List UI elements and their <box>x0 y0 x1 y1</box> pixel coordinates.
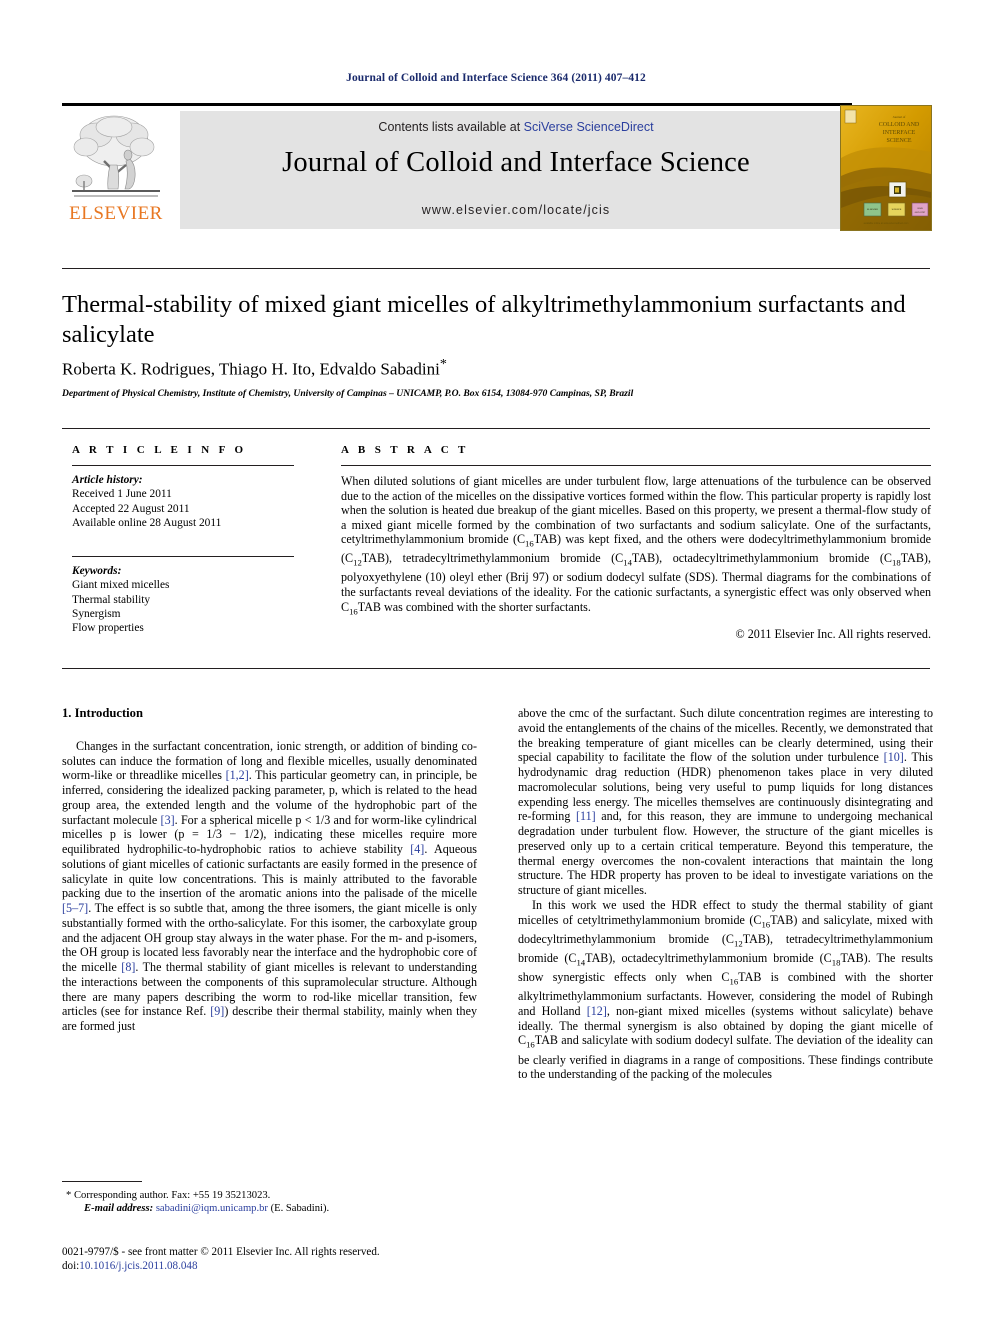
imprint-block: 0021-9797/$ - see front matter © 2011 El… <box>62 1246 492 1273</box>
article-history-block: Article history: Received 1 June 2011 Ac… <box>72 473 322 530</box>
abstract-frag-4: TAB), octadecyltrimethylammonium bromide… <box>631 551 893 566</box>
svg-text:SCIENCE: SCIENCE <box>886 138 911 144</box>
svg-text:available online at www.scienc: available online at www.sciencedirect.co… <box>864 222 909 225</box>
citation-4[interactable]: [4] <box>410 842 424 856</box>
citation-9[interactable]: [9] <box>210 1004 224 1018</box>
elsevier-tree-icon <box>70 111 162 201</box>
doi-label: doi: <box>62 1259 80 1272</box>
abstract-column: A B S T R A C T When diluted solutions o… <box>341 444 931 642</box>
masthead-rule <box>62 103 852 106</box>
abstract-sub-16a: 16 <box>525 538 534 549</box>
paragraph-right-1: above the cmc of the surfactant. Such di… <box>518 706 933 898</box>
abstract-copyright: © 2011 Elsevier Inc. All rights reserved… <box>735 626 931 641</box>
footnote-star-icon: * <box>66 1190 72 1201</box>
right-frag-a: above the cmc of the surfactant. Such di… <box>518 706 933 765</box>
svg-text:COLLOID AND: COLLOID AND <box>879 122 920 128</box>
svg-text:ISSN: ISSN <box>917 208 923 210</box>
sciencedirect-link[interactable]: SciVerse ScienceDirect <box>524 120 654 134</box>
issn-frontmatter-line: 0021-9797/$ - see front matter © 2011 El… <box>62 1246 380 1258</box>
doi-link[interactable]: 10.1016/j.jcis.2011.08.048 <box>79 1260 197 1272</box>
section-heading-introduction: 1. Introduction <box>62 706 143 720</box>
sub-16: 16 <box>761 918 771 929</box>
contents-lists-line: Contents lists available at SciVerse Sci… <box>180 120 852 134</box>
footnote-block: * Corresponding author. Fax: +55 19 3521… <box>62 1189 482 1215</box>
journal-cover-thumbnail: Journal of COLLOID AND INTERFACE SCIENCE… <box>840 105 932 231</box>
abstract-sub-18: 18 <box>892 557 901 568</box>
citation-5-7[interactable]: [5–7] <box>62 901 88 915</box>
journal-masthead: ELSEVIER Contents lists available at Sci… <box>62 103 932 233</box>
sub-16-b: 16 <box>729 976 739 987</box>
abstract-hairline <box>341 465 931 466</box>
keyword-item: Flow properties <box>72 622 144 635</box>
article-info-heading: A R T I C L E I N F O <box>72 444 247 456</box>
elsevier-logo: ELSEVIER <box>62 109 170 229</box>
paragraph-left-1: Changes in the surfactant concentration,… <box>62 739 477 1034</box>
article-page: Journal of Colloid and Interface Science… <box>0 0 992 1323</box>
sub-16-c: 16 <box>526 1039 535 1050</box>
abstract-sub-16b: 16 <box>349 605 358 616</box>
journal-banner: Contents lists available at SciVerse Sci… <box>180 111 852 229</box>
svg-text:ELSEVIER: ELSEVIER <box>867 209 878 211</box>
abstract-sub-14: 14 <box>623 557 632 568</box>
history-accepted: Accepted 22 August 2011 <box>72 502 190 515</box>
running-head: Journal of Colloid and Interface Science… <box>346 72 646 84</box>
body-column-left: 1. Introduction Changes in the surfactan… <box>62 706 477 1034</box>
corresponding-author-note: * Corresponding author. Fax: +55 19 3521… <box>62 1189 482 1202</box>
citation-10[interactable]: [10] <box>884 750 904 764</box>
sub-12: 12 <box>734 938 743 949</box>
keywords-hairline <box>72 556 294 558</box>
author-names: Roberta K. Rodrigues, Thiago H. Ito, Edv… <box>62 359 440 379</box>
email-note: E-mail address: sabadini@iqm.unicamp.br … <box>62 1202 482 1215</box>
article-info-hairline <box>72 465 294 466</box>
paragraph-right-2: In this work we used the HDR effect to s… <box>518 898 933 1082</box>
keyword-item: Thermal stability <box>72 593 151 606</box>
keywords-block: Keywords: Giant mixed micelles Thermal s… <box>72 564 322 635</box>
article-history-label: Article history: <box>72 474 143 486</box>
abstract-heading: A B S T R A C T <box>341 444 469 456</box>
keywords-label: Keywords: <box>72 565 122 578</box>
email-label: E-mail address: <box>84 1203 154 1215</box>
elsevier-wordmark: ELSEVIER <box>69 203 163 224</box>
abstract-text: When diluted solutions of giant micelles… <box>341 474 931 619</box>
abstract-area-top-rule <box>62 428 930 429</box>
title-top-rule <box>62 268 930 269</box>
right2-frag-d: TAB), octadecyltrimethylammonium bromide… <box>585 950 832 965</box>
right2-frag-h: TAB and salicylate with sodium dodecyl s… <box>518 1033 933 1082</box>
abstract-frag-6: TAB was combined with the shorter surfac… <box>357 599 591 614</box>
abstract-area-bottom-rule <box>62 668 930 669</box>
article-info-column: A R T I C L E I N F O Article history: R… <box>72 444 322 636</box>
citation-11[interactable]: [11] <box>576 809 596 823</box>
abstract-frag-3: TAB), tetradecyltrimethylammonium bromid… <box>361 551 624 566</box>
body-column-right: above the cmc of the surfactant. Such di… <box>518 706 933 1082</box>
svg-text:INTERFACE: INTERFACE <box>883 130 916 136</box>
history-received: Received 1 June 2011 <box>72 488 172 501</box>
keyword-item: Synergism <box>72 608 121 621</box>
citation-12[interactable]: [12] <box>587 1004 607 1018</box>
author-list: Roberta K. Rodrigues, Thiago H. Ito, Edv… <box>62 357 934 380</box>
journal-url[interactable]: www.elsevier.com/locate/jcis <box>180 203 852 217</box>
svg-text:SCIENCE: SCIENCE <box>892 209 902 211</box>
sub-14: 14 <box>576 957 586 968</box>
corresponding-author-marker: * <box>439 357 447 372</box>
citation-3[interactable]: [3] <box>161 813 175 827</box>
keyword-item: Giant mixed micelles <box>72 579 170 592</box>
journal-title: Journal of Colloid and Interface Science <box>282 147 750 178</box>
footnote-rule <box>62 1181 142 1182</box>
corresponding-author-text: Corresponding author. Fax: +55 19 352130… <box>73 1190 271 1201</box>
page-title: Thermal-stability of mixed giant micelle… <box>62 291 906 348</box>
abstract-sub-12: 12 <box>353 557 362 568</box>
contents-prefix: Contents lists available at <box>378 120 524 134</box>
history-online: Available online 28 August 2011 <box>72 516 222 529</box>
email-address-link[interactable]: sabadini@iqm.unicamp.br <box>156 1203 268 1214</box>
svg-text:Journal of: Journal of <box>893 115 907 119</box>
email-owner: (E. Sabadini). <box>270 1203 330 1215</box>
citation-8[interactable]: [8] <box>121 960 135 974</box>
citation-1-2[interactable]: [1,2] <box>226 768 249 782</box>
doi-line: doi:10.1016/j.jcis.2011.08.048 <box>62 1260 492 1274</box>
affiliation: Department of Physical Chemistry, Instit… <box>62 388 634 399</box>
svg-text:0021-9797: 0021-9797 <box>915 212 926 214</box>
